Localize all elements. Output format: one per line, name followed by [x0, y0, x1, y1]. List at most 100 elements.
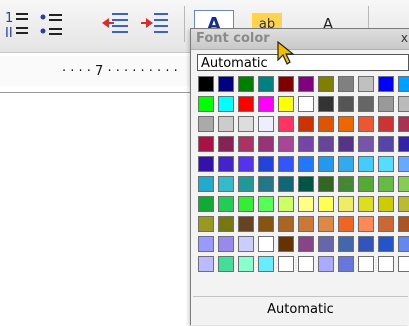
color-swatch[interactable]: [318, 236, 334, 252]
color-swatch[interactable]: [198, 216, 214, 232]
color-swatch[interactable]: [298, 76, 314, 92]
bulleted-list-icon[interactable]: [36, 4, 66, 44]
color-swatch[interactable]: [298, 136, 314, 152]
color-swatch[interactable]: [278, 216, 294, 232]
color-swatch[interactable]: [258, 236, 274, 252]
color-swatch[interactable]: [398, 216, 409, 232]
color-swatch[interactable]: [298, 116, 314, 132]
color-swatch[interactable]: [358, 136, 374, 152]
close-icon[interactable]: x: [401, 31, 408, 45]
color-swatch[interactable]: [278, 236, 294, 252]
increase-indent-icon[interactable]: [140, 4, 170, 44]
color-swatch[interactable]: [338, 76, 354, 92]
color-swatch[interactable]: [278, 156, 294, 172]
color-swatch[interactable]: [258, 116, 274, 132]
popup-titlebar[interactable]: Font color x: [191, 29, 409, 50]
color-swatch[interactable]: [238, 256, 254, 272]
color-swatch[interactable]: [318, 216, 334, 232]
color-swatch[interactable]: [218, 236, 234, 252]
color-swatch[interactable]: [338, 196, 354, 212]
color-swatch[interactable]: [238, 156, 254, 172]
color-swatch[interactable]: [278, 196, 294, 212]
color-swatch[interactable]: [218, 216, 234, 232]
numbered-list-icon[interactable]: 1 II: [2, 4, 32, 44]
color-swatch[interactable]: [318, 116, 334, 132]
color-swatch[interactable]: [298, 196, 314, 212]
color-swatch[interactable]: [298, 156, 314, 172]
color-swatch[interactable]: [258, 216, 274, 232]
color-swatch[interactable]: [358, 156, 374, 172]
color-swatch[interactable]: [398, 116, 409, 132]
color-swatch[interactable]: [238, 76, 254, 92]
color-swatch[interactable]: [378, 216, 394, 232]
color-swatch[interactable]: [398, 236, 409, 252]
color-swatch[interactable]: [398, 256, 409, 272]
color-swatch[interactable]: [338, 156, 354, 172]
color-swatch[interactable]: [218, 76, 234, 92]
color-swatch[interactable]: [358, 76, 374, 92]
color-swatch[interactable]: [258, 196, 274, 212]
decrease-indent-icon[interactable]: [100, 4, 130, 44]
color-swatch[interactable]: [198, 96, 214, 112]
color-swatch[interactable]: [318, 156, 334, 172]
color-swatch[interactable]: [338, 136, 354, 152]
color-swatch[interactable]: [238, 136, 254, 152]
color-swatch[interactable]: [358, 116, 374, 132]
color-swatch[interactable]: [198, 156, 214, 172]
color-swatch[interactable]: [358, 236, 374, 252]
color-swatch[interactable]: [198, 196, 214, 212]
color-swatch[interactable]: [398, 76, 409, 92]
color-swatch[interactable]: [218, 136, 234, 152]
color-swatch[interactable]: [398, 136, 409, 152]
color-swatch[interactable]: [378, 236, 394, 252]
color-swatch[interactable]: [218, 96, 234, 112]
color-swatch[interactable]: [318, 196, 334, 212]
color-swatch[interactable]: [358, 216, 374, 232]
color-name-field[interactable]: Automatic: [197, 54, 409, 71]
color-swatch[interactable]: [378, 176, 394, 192]
color-swatch[interactable]: [238, 116, 254, 132]
color-swatch[interactable]: [198, 136, 214, 152]
color-swatch[interactable]: [318, 256, 334, 272]
color-swatch[interactable]: [398, 176, 409, 192]
color-swatch[interactable]: [218, 256, 234, 272]
color-swatch[interactable]: [318, 76, 334, 92]
color-swatch[interactable]: [358, 196, 374, 212]
color-swatch[interactable]: [298, 236, 314, 252]
color-swatch[interactable]: [278, 116, 294, 132]
color-swatch[interactable]: [238, 236, 254, 252]
color-swatch[interactable]: [238, 176, 254, 192]
color-swatch[interactable]: [218, 196, 234, 212]
color-swatch[interactable]: [338, 176, 354, 192]
color-swatch[interactable]: [298, 216, 314, 232]
color-swatch[interactable]: [378, 156, 394, 172]
color-swatch[interactable]: [258, 96, 274, 112]
color-swatch[interactable]: [378, 256, 394, 272]
color-swatch[interactable]: [278, 76, 294, 92]
color-swatch[interactable]: [258, 76, 274, 92]
color-swatch[interactable]: [258, 256, 274, 272]
color-swatch[interactable]: [278, 176, 294, 192]
color-swatch[interactable]: [358, 176, 374, 192]
color-swatch[interactable]: [298, 176, 314, 192]
color-swatch[interactable]: [258, 136, 274, 152]
color-swatch[interactable]: [258, 156, 274, 172]
color-swatch[interactable]: [298, 96, 314, 112]
color-swatch[interactable]: [198, 76, 214, 92]
color-swatch[interactable]: [378, 196, 394, 212]
color-swatch[interactable]: [298, 256, 314, 272]
color-swatch[interactable]: [278, 136, 294, 152]
color-swatch[interactable]: [318, 96, 334, 112]
color-swatch[interactable]: [338, 116, 354, 132]
color-swatch[interactable]: [378, 96, 394, 112]
color-swatch[interactable]: [238, 196, 254, 212]
color-swatch[interactable]: [378, 116, 394, 132]
color-swatch[interactable]: [338, 236, 354, 252]
color-swatch[interactable]: [398, 96, 409, 112]
color-swatch[interactable]: [198, 176, 214, 192]
color-swatch[interactable]: [318, 136, 334, 152]
color-swatch[interactable]: [218, 176, 234, 192]
color-swatch[interactable]: [398, 196, 409, 212]
color-swatch[interactable]: [358, 96, 374, 112]
color-swatch[interactable]: [198, 236, 214, 252]
